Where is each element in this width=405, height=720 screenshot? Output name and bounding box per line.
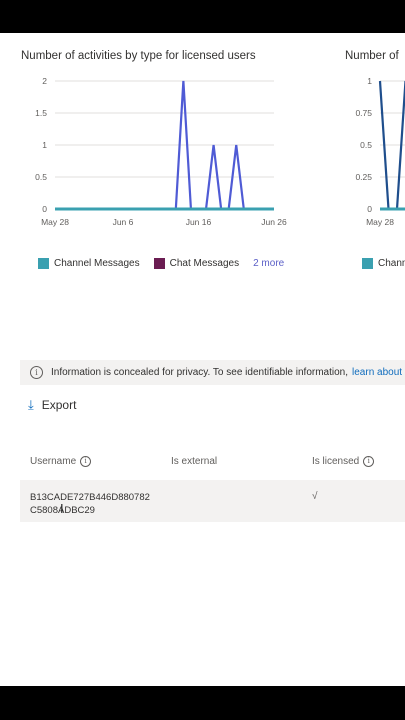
text-cursor-icon: I xyxy=(60,501,64,516)
column-header-is-external-label: Is external xyxy=(171,456,218,467)
y-tick-label: 1 xyxy=(367,78,372,86)
username-line-1: B13CADE727B446D880782 xyxy=(30,492,150,503)
x-tick-label: Jun 16 xyxy=(186,217,212,227)
y-tick-label: 0 xyxy=(367,204,372,214)
legend-label-right: Chann xyxy=(378,258,405,269)
x-tick-label: May 28 xyxy=(366,217,394,227)
legend-left: Channel Messages Chat Messages 2 more xyxy=(38,258,284,269)
chart-title-left: Number of activities by type for license… xyxy=(21,50,256,62)
info-icon[interactable]: i xyxy=(80,456,92,467)
legend-label-channel: Channel Messages xyxy=(54,258,140,269)
legend-swatch-channel xyxy=(38,258,49,269)
info-icon: i xyxy=(30,366,43,379)
y-tick-label: 0.5 xyxy=(35,172,47,182)
privacy-info-text: Information is concealed for privacy. To… xyxy=(51,367,349,378)
x-tick-label: Jun 6 xyxy=(113,217,134,227)
chart-title-right: Number of xyxy=(345,50,399,62)
legend-right: Chann xyxy=(362,258,405,269)
column-header-is-licensed-label: Is licensed xyxy=(312,456,360,467)
username-line-2: C5808ADBC29 xyxy=(30,505,95,516)
y-tick-label: 1.5 xyxy=(35,108,47,118)
export-button[interactable]: ⤓ Export xyxy=(28,397,76,413)
legend-swatch-right xyxy=(362,258,373,269)
privacy-info-bar: i Information is concealed for privacy. … xyxy=(20,360,405,385)
activity-charts: 0 0.5 1 1.5 2 May 28 Jun 6 Jun 16 Jun 26 0 0.25 0.5… xyxy=(35,78,405,227)
y-tick-label: 0.25 xyxy=(355,172,372,182)
export-label: Export xyxy=(41,398,77,412)
learn-more-link[interactable]: learn about r xyxy=(352,367,405,378)
info-icon[interactable]: i xyxy=(363,456,375,467)
x-tick-label: Jun 26 xyxy=(261,217,287,227)
y-tick-label: 2 xyxy=(42,78,47,86)
is-licensed-cell: √ xyxy=(312,491,318,502)
table-row[interactable]: B13CADE727B446D880782 C5808ADBC29 √ xyxy=(20,480,405,522)
download-icon: ⤓ xyxy=(28,397,34,412)
column-header-username[interactable]: Username i xyxy=(30,456,92,467)
y-tick-label: 0.75 xyxy=(355,108,372,118)
y-tick-label: 0 xyxy=(42,204,47,214)
legend-label-chat: Chat Messages xyxy=(169,258,240,269)
x-tick-label: May 28 xyxy=(41,217,69,227)
column-header-username-label: Username xyxy=(30,456,77,467)
y-tick-label: 0.5 xyxy=(360,140,372,150)
column-header-is-external[interactable]: Is external xyxy=(171,456,217,467)
legend-more-link[interactable]: 2 more xyxy=(253,258,284,269)
column-header-is-licensed[interactable]: Is licensed i xyxy=(312,456,375,467)
y-tick-label: 1 xyxy=(42,140,47,150)
report-panel: Number of activities by type for license… xyxy=(0,33,405,686)
legend-swatch-chat xyxy=(153,258,165,269)
username-cell: B13CADE727B446D880782 C5808ADBC29 xyxy=(30,491,150,517)
